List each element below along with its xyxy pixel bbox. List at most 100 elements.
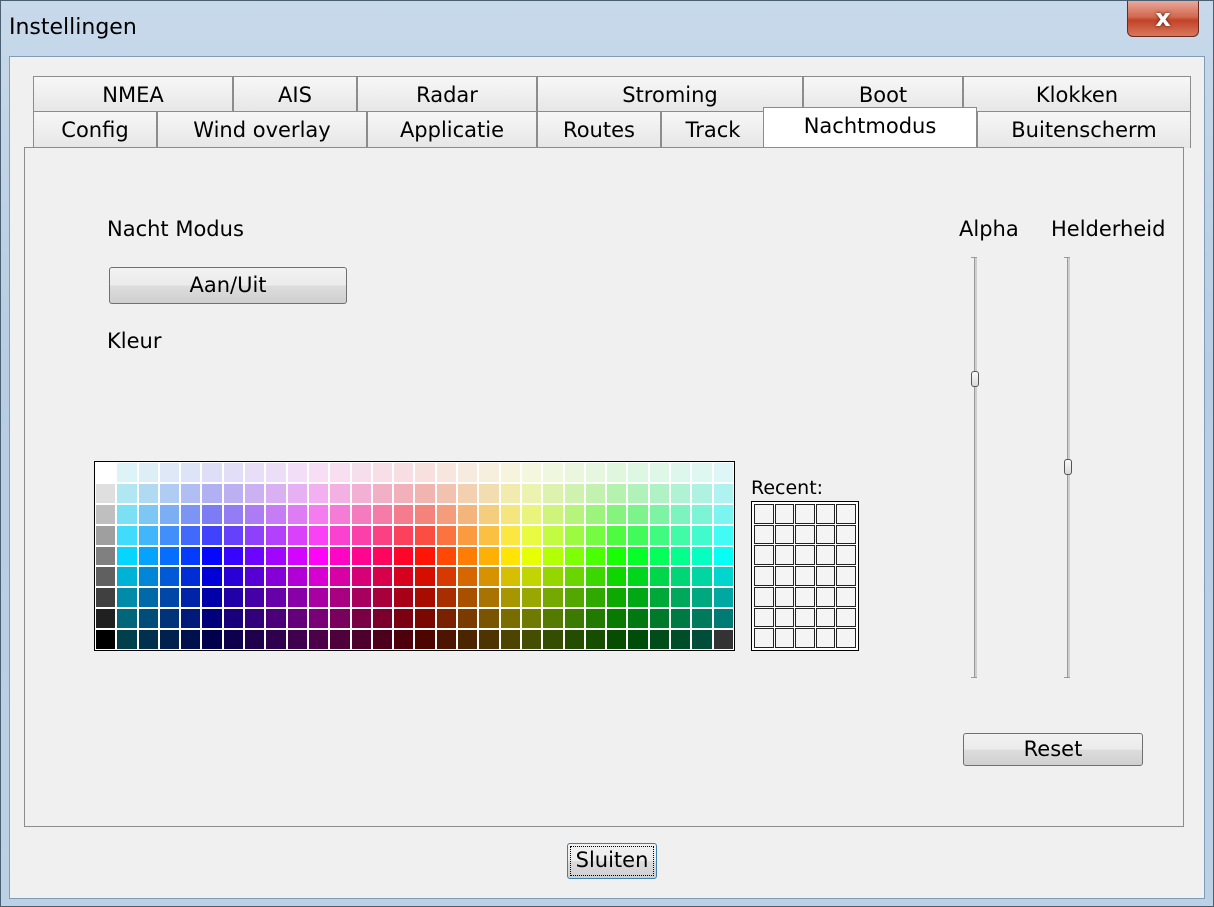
tab-applicatie[interactable]: Applicatie [367, 111, 537, 148]
recent-color-swatch[interactable] [754, 566, 774, 586]
palette-swatch[interactable] [95, 566, 117, 588]
palette-swatch[interactable] [414, 482, 436, 504]
palette-swatch[interactable] [627, 482, 649, 504]
palette-swatch[interactable] [584, 629, 607, 650]
palette-swatch[interactable] [691, 629, 713, 650]
tab-klokken[interactable]: Klokken [963, 76, 1191, 113]
brightness-slider-thumb[interactable] [1064, 459, 1072, 475]
palette-swatch[interactable] [116, 545, 138, 567]
palette-swatch[interactable] [265, 524, 287, 546]
palette-swatch[interactable] [201, 462, 223, 483]
palette-swatch[interactable] [158, 566, 181, 588]
palette-swatch[interactable] [286, 566, 308, 588]
palette-swatch[interactable] [201, 566, 223, 588]
palette-swatch[interactable] [329, 587, 351, 609]
palette-swatch[interactable] [180, 462, 202, 483]
recent-color-swatch[interactable] [836, 524, 856, 545]
palette-swatch[interactable] [95, 462, 117, 483]
palette-swatch[interactable] [265, 482, 287, 504]
palette-swatch[interactable] [286, 608, 308, 630]
palette-swatch[interactable] [350, 524, 372, 546]
palette-swatch[interactable] [648, 503, 671, 525]
palette-swatch[interactable] [670, 482, 692, 504]
palette-swatch[interactable] [606, 608, 628, 630]
alpha-slider-thumb[interactable] [971, 370, 979, 387]
palette-swatch[interactable] [307, 545, 330, 567]
palette-swatch[interactable] [350, 482, 372, 504]
recent-color-swatch[interactable] [836, 566, 856, 586]
palette-swatch[interactable] [393, 524, 415, 546]
palette-swatch[interactable] [158, 524, 181, 546]
palette-swatch[interactable] [712, 566, 734, 588]
palette-swatch[interactable] [265, 545, 287, 567]
palette-swatch[interactable] [670, 462, 692, 483]
palette-swatch[interactable] [350, 629, 372, 650]
palette-swatch[interactable] [329, 545, 351, 567]
palette-swatch[interactable] [606, 462, 628, 483]
night-mode-toggle-button[interactable]: Aan/Uit [109, 267, 347, 304]
tab-ais[interactable]: AIS [233, 76, 357, 113]
palette-swatch[interactable] [116, 587, 138, 609]
palette-swatch[interactable] [520, 587, 543, 609]
palette-swatch[interactable] [691, 608, 713, 630]
palette-swatch[interactable] [222, 482, 245, 504]
palette-swatch[interactable] [648, 608, 671, 630]
palette-swatch[interactable] [265, 462, 287, 483]
tab-nmea[interactable]: NMEA [33, 76, 233, 113]
close-window-button[interactable]: x [1127, 1, 1199, 37]
palette-swatch[interactable] [563, 482, 585, 504]
palette-swatch[interactable] [371, 503, 394, 525]
palette-swatch[interactable] [627, 629, 649, 650]
palette-swatch[interactable] [435, 587, 458, 609]
palette-swatch[interactable] [350, 545, 372, 567]
palette-swatch[interactable] [670, 587, 692, 609]
palette-swatch[interactable] [691, 545, 713, 567]
palette-swatch[interactable] [265, 503, 287, 525]
palette-swatch[interactable] [286, 545, 308, 567]
palette-swatch[interactable] [393, 503, 415, 525]
palette-swatch[interactable] [435, 629, 458, 650]
palette-swatch[interactable] [712, 587, 734, 609]
palette-swatch[interactable] [180, 482, 202, 504]
recent-color-swatch[interactable] [754, 545, 774, 566]
palette-swatch[interactable] [222, 587, 245, 609]
palette-swatch[interactable] [606, 524, 628, 546]
palette-swatch[interactable] [584, 587, 607, 609]
palette-swatch[interactable] [670, 629, 692, 650]
palette-swatch[interactable] [244, 587, 266, 609]
tab-wind-overlay[interactable]: Wind overlay [157, 111, 367, 148]
palette-swatch[interactable] [563, 587, 585, 609]
palette-swatch[interactable] [499, 482, 521, 504]
palette-swatch[interactable] [691, 503, 713, 525]
tab-radar[interactable]: Radar [357, 76, 537, 113]
recent-color-swatch[interactable] [774, 524, 795, 545]
palette-swatch[interactable] [180, 503, 202, 525]
palette-swatch[interactable] [499, 524, 521, 546]
palette-swatch[interactable] [158, 482, 181, 504]
palette-swatch[interactable] [457, 629, 479, 650]
palette-swatch[interactable] [116, 462, 138, 483]
palette-swatch[interactable] [563, 545, 585, 567]
palette-swatch[interactable] [435, 566, 458, 588]
palette-swatch[interactable] [393, 545, 415, 567]
palette-swatch[interactable] [691, 482, 713, 504]
palette-swatch[interactable] [329, 503, 351, 525]
palette-swatch[interactable] [648, 566, 671, 588]
palette-swatch[interactable] [457, 462, 479, 483]
palette-swatch[interactable] [520, 629, 543, 650]
palette-swatch[interactable] [116, 524, 138, 546]
palette-swatch[interactable] [712, 629, 734, 650]
palette-swatch[interactable] [265, 629, 287, 650]
palette-swatch[interactable] [670, 503, 692, 525]
recent-color-swatch[interactable] [795, 545, 815, 566]
palette-swatch[interactable] [712, 524, 734, 546]
palette-swatch[interactable] [329, 608, 351, 630]
palette-swatch[interactable] [457, 503, 479, 525]
recent-color-swatch[interactable] [795, 566, 815, 586]
palette-swatch[interactable] [542, 462, 564, 483]
palette-swatch[interactable] [478, 462, 500, 483]
palette-swatch[interactable] [286, 482, 308, 504]
recent-color-swatch[interactable] [774, 566, 795, 586]
palette-swatch[interactable] [307, 462, 330, 483]
alpha-slider-track[interactable] [974, 257, 977, 677]
